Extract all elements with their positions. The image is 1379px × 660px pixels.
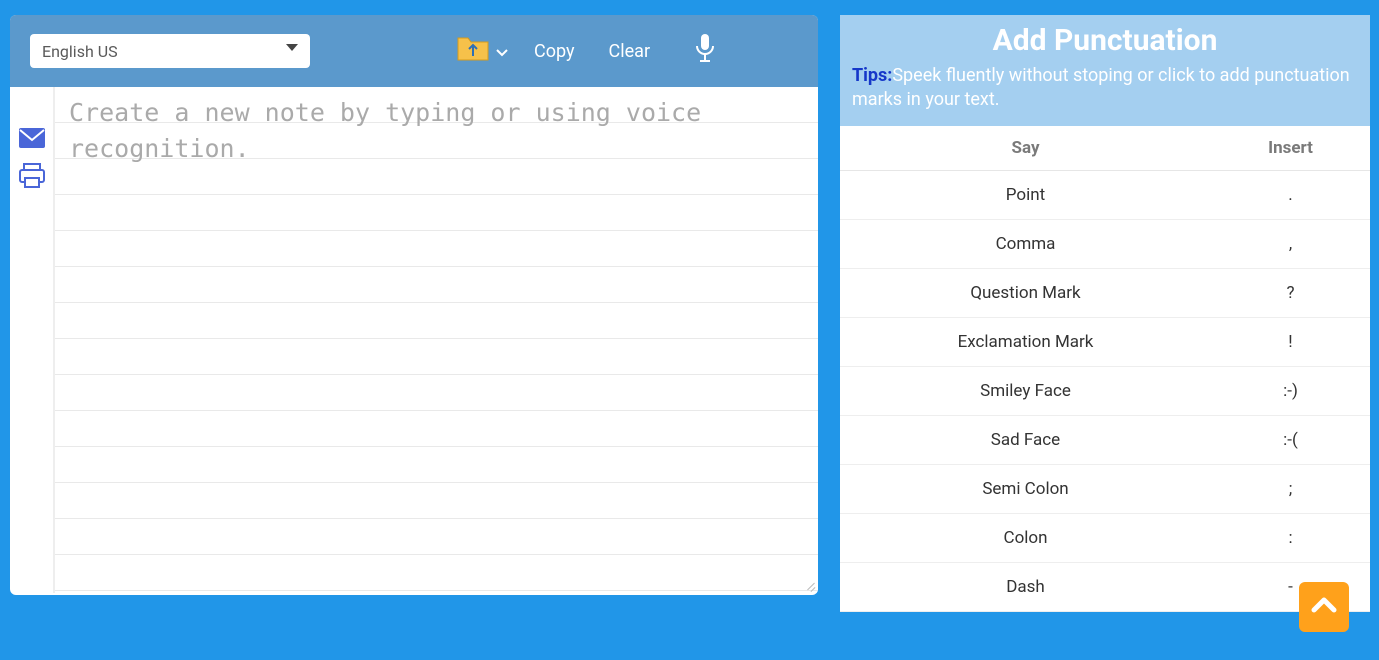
table-row[interactable]: Semi Colon ;	[840, 465, 1370, 514]
print-icon[interactable]	[18, 163, 46, 193]
export-dropdown[interactable]	[456, 36, 508, 66]
clear-button[interactable]: Clear	[609, 41, 651, 62]
say-cell: Exclamation Mark	[840, 318, 1211, 367]
col-say: Say	[840, 126, 1211, 171]
table-row[interactable]: Point .	[840, 171, 1370, 220]
insert-cell: :-)	[1211, 367, 1370, 416]
say-cell: Comma	[840, 220, 1211, 269]
insert-cell: ?	[1211, 269, 1370, 318]
table-row[interactable]: Sad Face :-(	[840, 416, 1370, 465]
say-cell: Semi Colon	[840, 465, 1211, 514]
punctuation-panel-header: Add Punctuation Tips:Speek fluently with…	[840, 15, 1370, 126]
chevron-down-icon	[286, 44, 298, 51]
insert-cell: ;	[1211, 465, 1370, 514]
say-cell: Smiley Face	[840, 367, 1211, 416]
table-row[interactable]: Dash -	[840, 563, 1370, 612]
say-cell: Dash	[840, 563, 1211, 612]
punctuation-panel: Add Punctuation Tips:Speek fluently with…	[840, 15, 1370, 612]
insert-cell: :	[1211, 514, 1370, 563]
insert-cell: ,	[1211, 220, 1370, 269]
insert-cell: :-(	[1211, 416, 1370, 465]
say-cell: Question Mark	[840, 269, 1211, 318]
microphone-icon[interactable]	[694, 34, 716, 68]
tips-line: Tips:Speek fluently without stoping or c…	[852, 64, 1358, 112]
language-selected-label: English US	[42, 42, 118, 61]
insert-cell: !	[1211, 318, 1370, 367]
col-insert: Insert	[1211, 126, 1370, 171]
punctuation-table: Say Insert Point . Comma , Question Mark…	[840, 126, 1370, 612]
chevron-up-icon	[1310, 596, 1338, 618]
language-select[interactable]: English US	[30, 34, 310, 68]
table-row[interactable]: Smiley Face :-)	[840, 367, 1370, 416]
export-folder-icon	[456, 36, 490, 66]
copy-button[interactable]: Copy	[534, 41, 575, 62]
say-cell: Point	[840, 171, 1211, 220]
tips-text: Speek fluently without stoping or click …	[852, 65, 1350, 110]
textarea-resize-handle[interactable]	[804, 579, 816, 591]
note-body	[10, 87, 818, 593]
say-cell: Colon	[840, 514, 1211, 563]
punctuation-title: Add Punctuation	[852, 23, 1358, 58]
email-icon[interactable]	[18, 127, 46, 153]
table-row[interactable]: Question Mark ?	[840, 269, 1370, 318]
table-row[interactable]: Comma ,	[840, 220, 1370, 269]
note-area	[55, 87, 818, 593]
insert-cell: .	[1211, 171, 1370, 220]
table-row[interactable]: Exclamation Mark !	[840, 318, 1370, 367]
chevron-down-icon	[496, 42, 508, 61]
say-cell: Sad Face	[840, 416, 1211, 465]
note-textarea[interactable]	[55, 87, 818, 593]
tips-label: Tips:	[852, 65, 892, 86]
scroll-to-top-button[interactable]	[1299, 582, 1349, 632]
note-side-icons	[10, 87, 54, 593]
note-editor-panel: English US Copy Clear	[10, 15, 818, 595]
table-row[interactable]: Colon :	[840, 514, 1370, 563]
editor-toolbar: English US Copy Clear	[10, 15, 818, 87]
